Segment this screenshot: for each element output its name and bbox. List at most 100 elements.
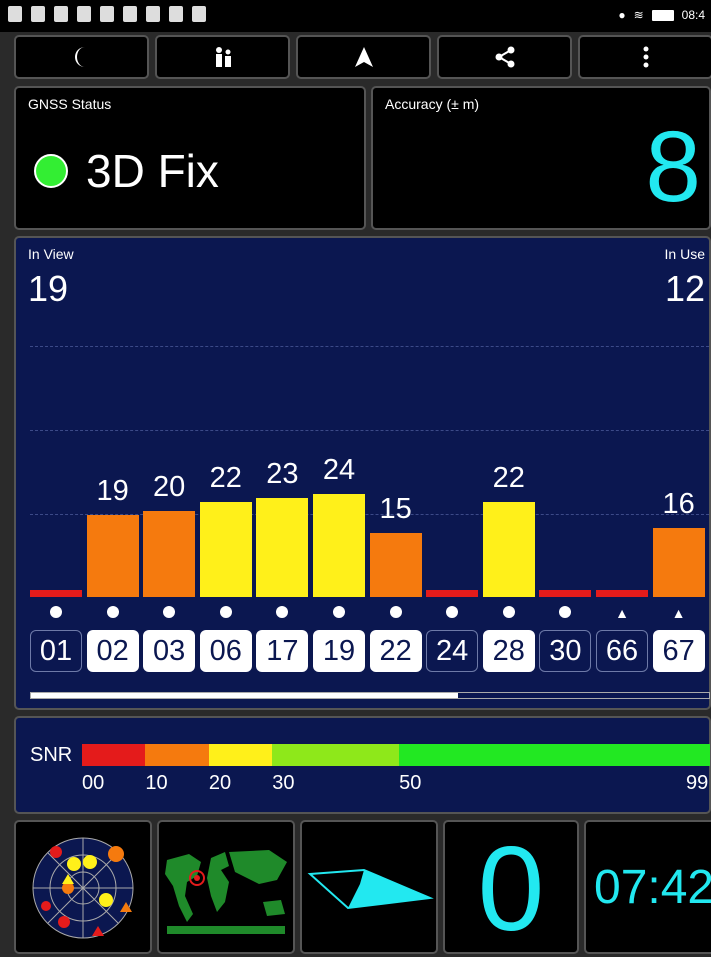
snr-legend-panel: SNR 00 10 20 30 50 99: [14, 716, 711, 814]
snr-tick-label: 10: [145, 772, 168, 794]
gnss-status-panel[interactable]: GNSS Status 3D Fix: [14, 86, 366, 230]
dot-marker-icon: [143, 605, 195, 621]
snr-bar-02: [86, 515, 139, 597]
grid-line: [30, 346, 709, 347]
satellite-prn-67[interactable]: 67: [652, 630, 705, 672]
snr-tick-label: 00: [82, 772, 105, 794]
snr-label: SNR: [30, 744, 73, 766]
snr-bar-01: [30, 590, 82, 597]
world-map-icon: [165, 850, 287, 934]
satellite-prn-24[interactable]: 24: [426, 630, 479, 672]
sky-radar-icon: [32, 837, 134, 939]
snr-color-scale: [82, 744, 710, 766]
snr-value-02: 19: [96, 475, 129, 508]
notification-icon: [169, 6, 183, 22]
snr-tick-label: 99: [686, 772, 709, 794]
navigation-arrow-icon: [354, 47, 373, 67]
satellite-signal-panel[interactable]: In View 19 In Use 12 01 19 02 20 03 22 06 23 17 2…: [14, 236, 711, 710]
scrollbar-thumb[interactable]: [31, 693, 459, 698]
dot-marker-icon: [483, 605, 535, 621]
in-view-label: In View: [28, 246, 74, 262]
snr-bar-28: [482, 502, 535, 597]
satellite-prn-01[interactable]: 01: [30, 630, 82, 672]
scenario-button[interactable]: [155, 35, 290, 79]
speed-value: 0: [477, 822, 545, 956]
snr-scale-segment: [82, 744, 146, 766]
fix-status-indicator: [34, 154, 68, 188]
satellite-prn-02[interactable]: 02: [86, 630, 139, 672]
dot-marker-icon: [370, 605, 422, 621]
snr-bar-03: [143, 511, 196, 597]
satellite-prn-06[interactable]: 06: [199, 630, 252, 672]
notification-icon: [8, 6, 22, 22]
calendar-icon: [100, 6, 114, 22]
snr-bar-24: [426, 590, 479, 597]
in-view-count: 19: [28, 268, 69, 309]
dot-marker-icon: [30, 605, 82, 621]
dot-marker-icon: [313, 605, 365, 621]
snr-value-06: 22: [209, 462, 242, 495]
notification-icon: [192, 6, 206, 22]
snr-value-67: 16: [662, 488, 695, 521]
grid-line: [30, 430, 709, 431]
navigate-button[interactable]: [296, 35, 431, 79]
world-map-tile[interactable]: [157, 820, 295, 954]
satellite-prn-66[interactable]: 66: [596, 630, 648, 672]
satellite-prn-17[interactable]: 17: [256, 630, 309, 672]
snr-bar-67: [652, 528, 705, 597]
notification-icon: [31, 6, 45, 22]
toolbar: [14, 35, 711, 79]
satellite-scrollbar[interactable]: [30, 692, 710, 699]
accuracy-value: 8: [645, 111, 701, 223]
snr-tick-label: 50: [399, 772, 422, 794]
clock-time: 07:42: [594, 861, 711, 914]
dot-marker-icon: [87, 605, 139, 621]
triangle-marker-icon: ▲: [615, 605, 629, 621]
satellite-prn-03[interactable]: 03: [143, 630, 196, 672]
compass-tile[interactable]: [300, 820, 438, 954]
location-icon: ●: [618, 8, 626, 22]
more-vert-icon: [643, 46, 648, 68]
snr-value-17: 23: [266, 458, 299, 491]
dot-marker-icon: [539, 605, 591, 621]
snr-scale-segment: [208, 744, 273, 766]
satellite-prn-19[interactable]: 19: [313, 630, 365, 672]
gnss-status-label: GNSS Status: [28, 96, 112, 112]
snr-value-03: 20: [153, 471, 186, 503]
battery-icon: [651, 9, 674, 21]
share-icon: [495, 46, 514, 68]
snr-bar-66: [596, 590, 648, 597]
snr-bar-17: [256, 498, 309, 597]
snr-bar-06: [199, 502, 252, 597]
snr-scale-segment: [145, 744, 209, 766]
snr-bar-22: [369, 532, 422, 597]
compass-arrow-icon: [307, 868, 434, 910]
wifi-icon: ≋: [633, 8, 644, 22]
system-icons: ● ≋ 08:4: [618, 8, 705, 22]
fix-status-text: 3D Fix: [86, 145, 219, 197]
accuracy-panel[interactable]: Accuracy (± m) 8: [371, 86, 711, 230]
clock-tile[interactable]: 07:42: [584, 820, 711, 954]
snr-bar-19: [313, 493, 365, 597]
satellite-prn-22[interactable]: 22: [369, 630, 422, 672]
notification-icons: [8, 6, 206, 22]
moon-icon: [74, 47, 85, 67]
triangle-marker-icon: ▲: [671, 605, 686, 621]
dot-marker-icon: [256, 605, 308, 621]
snr-bar-30: [539, 590, 592, 597]
dot-marker-icon: [200, 605, 252, 621]
snr-tick-label: 20: [208, 772, 232, 794]
share-button[interactable]: [437, 35, 572, 79]
accuracy-label: Accuracy (± m): [385, 96, 480, 112]
dot-marker-icon: [426, 605, 478, 621]
more-options-button[interactable]: [578, 35, 711, 79]
in-use-count: 12: [664, 268, 705, 309]
satellite-prn-30[interactable]: 30: [539, 630, 592, 672]
sky-radar-tile[interactable]: [14, 820, 152, 954]
people-icon: [215, 47, 231, 67]
satellite-prn-28[interactable]: 28: [482, 630, 535, 672]
speed-tile[interactable]: 0: [443, 820, 579, 956]
snr-scale-segment: [272, 744, 400, 766]
snr-value-22: 15: [379, 492, 412, 525]
night-mode-button[interactable]: [14, 35, 149, 79]
